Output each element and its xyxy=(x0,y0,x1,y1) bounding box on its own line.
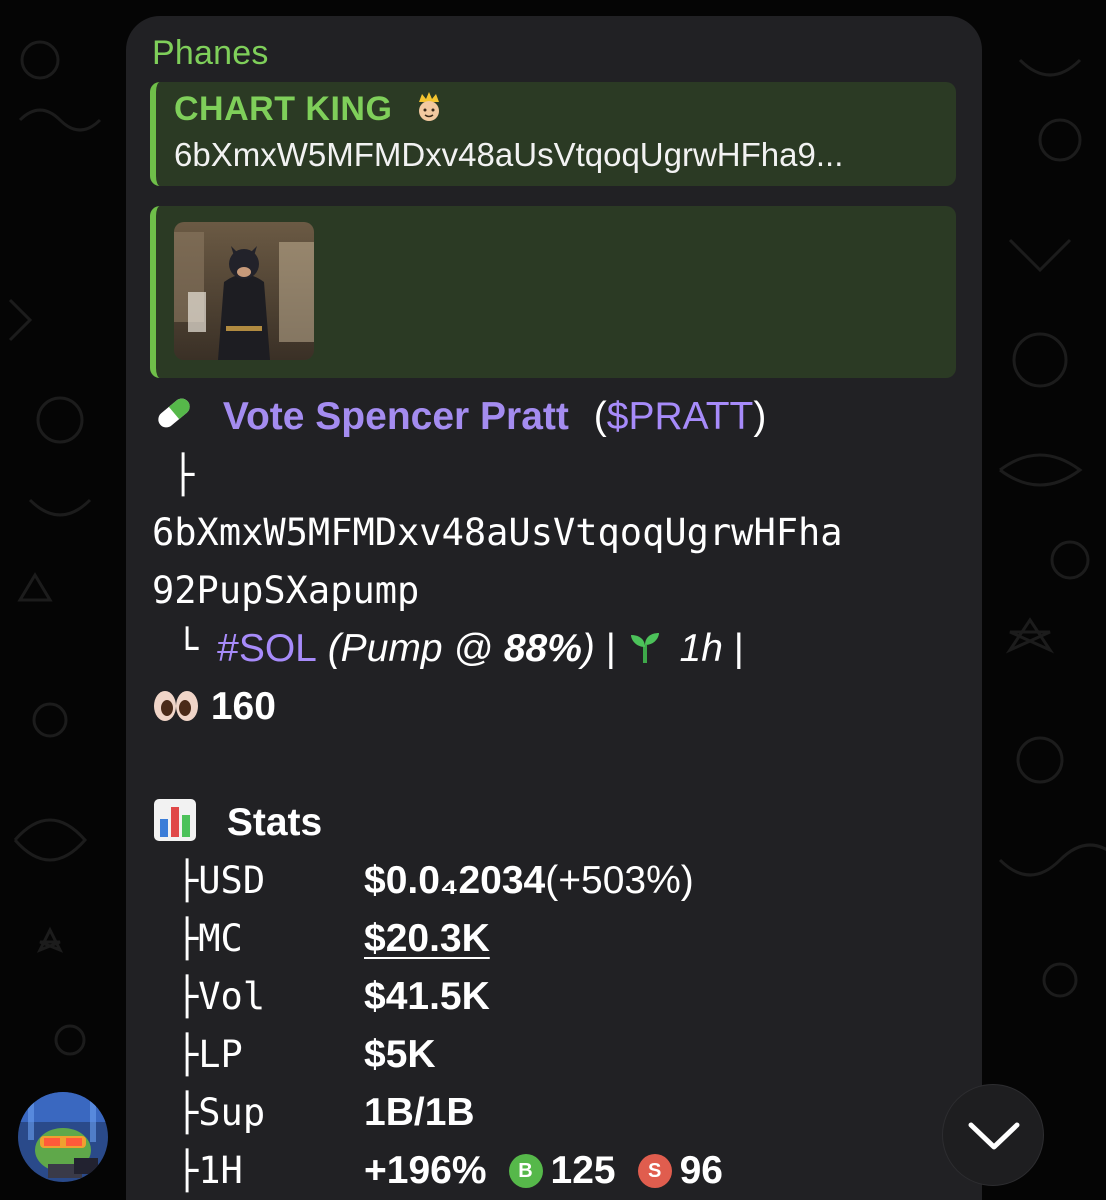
stat-key: ├1H xyxy=(176,1149,243,1192)
pump-suffix: ) xyxy=(581,627,595,670)
media-preview[interactable] xyxy=(150,206,956,378)
scroll-down-button[interactable] xyxy=(942,1084,1044,1186)
stat-key: ├USD xyxy=(176,859,266,902)
pill-emoji-icon xyxy=(158,398,190,428)
pepe-avatar-icon xyxy=(18,1092,108,1182)
stat-row-usd: ├USD $0.0₄2034 (+503%) xyxy=(152,852,962,910)
separator: | xyxy=(722,627,744,670)
views-line: 160 xyxy=(152,678,962,736)
stat-row-lp: ├LP $5K xyxy=(152,1026,962,1084)
video-thumbnail[interactable] xyxy=(174,222,314,360)
ticker-paren-open: ( xyxy=(593,395,607,438)
tree-branch: ├ xyxy=(172,453,195,496)
pump-percent: 88% xyxy=(503,627,582,670)
chevron-down-icon xyxy=(968,1122,1020,1150)
message-bubble[interactable]: Phanes CHART KING 6bXmxW5MFMDxv48aUsVtqo… xyxy=(126,16,982,1200)
chain-hashtag[interactable]: #SOL xyxy=(217,627,317,670)
views-count: 160 xyxy=(210,685,276,728)
separator: | xyxy=(594,627,627,670)
stat-value: $0.0₄2034 xyxy=(364,859,546,902)
ticker-paren-close: ) xyxy=(753,395,767,438)
eyes-emoji-icon xyxy=(154,691,198,721)
stat-key: ├Vol xyxy=(176,975,266,1018)
stat-value: +196% xyxy=(364,1149,487,1192)
sender-avatar[interactable] xyxy=(18,1092,108,1182)
token-title-line: Vote Spencer Pratt ($PRATT) xyxy=(152,388,962,446)
stats-header: Stats xyxy=(152,794,962,852)
contract-address-line2[interactable]: 92PupSXapump xyxy=(152,562,962,620)
batman-thumbnail-image xyxy=(174,222,314,360)
stat-change: (+503%) xyxy=(545,859,694,902)
stat-key: ├LP xyxy=(176,1033,243,1076)
sell-badge-icon: S xyxy=(637,1154,672,1188)
token-age: 1h xyxy=(679,627,723,670)
buy-badge-icon: B xyxy=(508,1154,543,1188)
sells-count: 96 xyxy=(679,1149,723,1192)
stat-key: ├MC xyxy=(176,917,243,960)
reply-title: CHART KING xyxy=(174,90,446,129)
stat-row-sup: ├Sup 1B/1B xyxy=(152,1084,962,1142)
token-name[interactable]: Vote Spencer Pratt xyxy=(223,395,569,438)
contract-address-line1[interactable]: 6bXmxW5MFMDxv48aUsVtqoqUgrwHFha xyxy=(152,504,962,562)
bar-chart-emoji-icon xyxy=(154,799,196,841)
stat-row-1h: ├1H +196% B 125 S 96 xyxy=(152,1142,962,1200)
stat-value: $41.5K xyxy=(364,975,490,1018)
reply-title-text: CHART KING xyxy=(174,90,393,128)
stat-value: $5K xyxy=(364,1033,436,1076)
sender-name[interactable]: Phanes xyxy=(152,34,269,73)
stat-row-vol: ├Vol $41.5K xyxy=(152,968,962,1026)
stats-title: Stats xyxy=(226,801,323,844)
reply-text: 6bXmxW5MFMDxv48aUsVtqoqUgrwHFha9... xyxy=(174,136,844,173)
market-cap-link[interactable]: $20.3K xyxy=(364,910,490,968)
token-meta-line: └ #SOL (Pump @ 88%) | 1h | xyxy=(152,620,962,678)
stat-row-mc: ├MC $20.3K xyxy=(152,910,962,968)
token-ticker[interactable]: $PRATT xyxy=(607,395,754,438)
pump-prefix: (Pump @ xyxy=(316,627,504,670)
message-body: Vote Spencer Pratt ($PRATT) ├ 6bXmxW5MFM… xyxy=(152,388,962,1200)
tree-end: └ xyxy=(176,627,199,670)
stat-key: ├Sup xyxy=(176,1091,266,1134)
prince-emoji-icon xyxy=(419,92,440,121)
buys-count: 125 xyxy=(550,1149,616,1192)
seedling-emoji-icon xyxy=(630,633,659,663)
stat-value: 1B/1B xyxy=(364,1091,475,1134)
reply-preview[interactable]: CHART KING 6bXmxW5MFMDxv48aUsVtqoqUgrwHF… xyxy=(150,82,956,186)
tree-branch-line: ├ xyxy=(152,446,962,504)
